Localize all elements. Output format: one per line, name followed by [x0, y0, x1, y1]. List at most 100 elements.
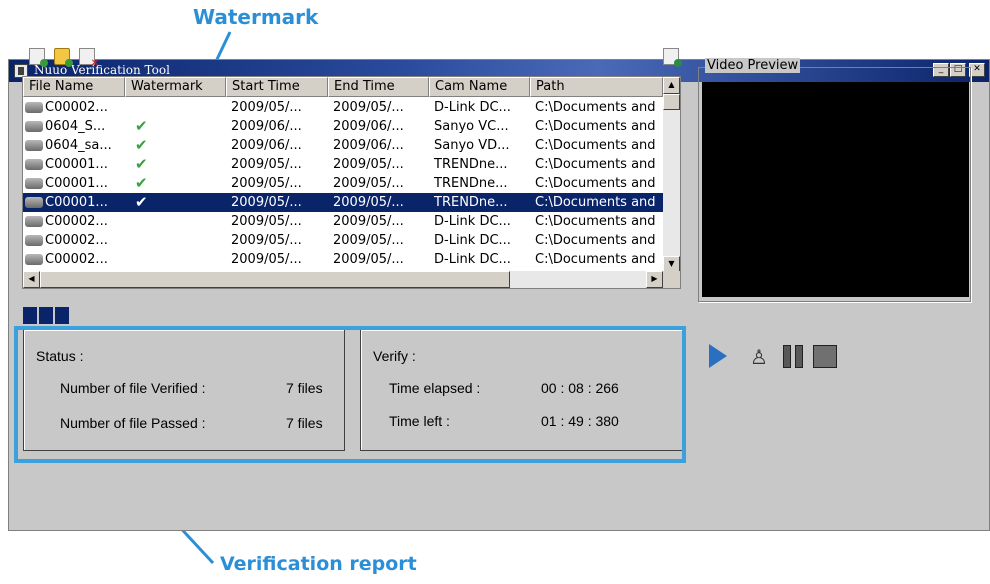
- watermark-cell: [125, 98, 226, 117]
- cam-name-cell: TRENDne...: [434, 195, 508, 210]
- column-end-time[interactable]: End Time: [328, 77, 429, 97]
- play-icon[interactable]: [709, 344, 727, 368]
- file-name-cell: C00002...: [23, 98, 125, 117]
- watermark-cell: ✔: [125, 136, 226, 155]
- file-name-cell: 0604_S...: [23, 117, 125, 136]
- start-time-cell: 2009/05/...: [231, 252, 302, 267]
- table-row[interactable]: 0604_sa... ✔ 2009/06/... 2009/06/... Sanyo V…: [23, 136, 663, 155]
- watermark-check-icon: ✔: [135, 193, 148, 211]
- start-time-cell: 2009/05/...: [231, 157, 302, 172]
- table-row[interactable]: C00001... ✔ 2009/05/... 2009/05/... TRENDne.…: [23, 193, 663, 212]
- column-start-time[interactable]: Start Time: [226, 77, 328, 97]
- stop-icon[interactable]: [813, 345, 837, 368]
- camera-file-icon: [25, 235, 43, 246]
- cam-name-cell: TRENDne...: [434, 157, 508, 172]
- column-watermark[interactable]: Watermark: [125, 77, 226, 97]
- end-time-cell: 2009/05/...: [333, 252, 404, 267]
- file-name-cell: C00002...: [23, 250, 125, 269]
- file-name-cell: C00001...: [23, 155, 125, 174]
- column-path[interactable]: Path: [530, 77, 663, 97]
- table-row[interactable]: C00001... ✔ 2009/05/... 2009/05/... TRENDne.…: [23, 155, 663, 174]
- watermark-cell: ✔: [125, 193, 226, 212]
- close-button[interactable]: ✕: [969, 63, 985, 77]
- cam-name-cell: D-Link DC...: [434, 233, 511, 248]
- end-time-cell: 2009/06/...: [333, 138, 404, 153]
- table-row[interactable]: 0604_S... ✔ 2009/06/... 2009/06/... Sanyo VC…: [23, 117, 663, 136]
- horizontal-scrollbar[interactable]: ◀ ▶: [23, 271, 663, 288]
- list-body: C00002... 2009/05/... 2009/05/... D-Link DC…: [23, 98, 663, 274]
- camera-file-icon: [25, 102, 43, 113]
- watermark-cell: [125, 231, 226, 250]
- scroll-up-button[interactable]: ▲: [663, 77, 680, 94]
- export-icon[interactable]: [663, 48, 682, 67]
- file-name-cell: C00001...: [23, 193, 125, 212]
- file-list[interactable]: File Name Watermark Start Time End Time …: [22, 76, 681, 289]
- window-title: Nuuo Verification Tool: [34, 63, 170, 77]
- video-preview-label: Video Preview: [705, 58, 801, 73]
- start-time-cell: 2009/06/...: [231, 138, 302, 153]
- hscroll-thumb[interactable]: [40, 271, 510, 288]
- table-row[interactable]: C00001... ✔ 2009/05/... 2009/05/... TRENDne.…: [23, 174, 663, 193]
- camera-file-icon: [25, 178, 43, 189]
- cam-name-cell: D-Link DC...: [434, 214, 511, 229]
- end-time-cell: 2009/05/...: [333, 176, 404, 191]
- vertical-scrollbar[interactable]: ▲ ▼: [663, 77, 680, 273]
- path-cell: C:\Documents and: [535, 100, 656, 115]
- verification-report-highlight: [14, 326, 686, 463]
- scroll-left-button[interactable]: ◀: [23, 271, 40, 288]
- end-time-cell: 2009/05/...: [333, 100, 404, 115]
- watermark-cell: [125, 250, 226, 269]
- start-time-cell: 2009/05/...: [231, 233, 302, 248]
- verification-progress: [23, 307, 69, 324]
- camera-file-icon: [25, 140, 43, 151]
- start-time-cell: 2009/05/...: [231, 195, 302, 210]
- progress-block: [55, 307, 69, 324]
- progress-block: [23, 307, 37, 324]
- end-time-cell: 2009/05/...: [333, 195, 404, 210]
- cam-name-cell: Sanyo VC...: [434, 119, 509, 134]
- add-file-icon[interactable]: [29, 48, 48, 67]
- add-folder-icon[interactable]: [54, 48, 73, 67]
- path-cell: C:\Documents and: [535, 176, 656, 191]
- scroll-corner: [663, 271, 680, 288]
- video-preview-screen: [702, 82, 969, 297]
- cam-name-cell: D-Link DC...: [434, 252, 511, 267]
- table-row[interactable]: C00002... 2009/05/... 2009/05/... D-Link DC…: [23, 231, 663, 250]
- cam-name-cell: D-Link DC...: [434, 100, 511, 115]
- verify-stamp-icon[interactable]: ♙: [749, 344, 769, 370]
- table-row[interactable]: C00002... 2009/05/... 2009/05/... D-Link DC…: [23, 212, 663, 231]
- path-cell: C:\Documents and: [535, 119, 656, 134]
- watermark-callout: Watermark: [193, 5, 319, 29]
- file-name-cell: C00002...: [23, 231, 125, 250]
- camera-file-icon: [25, 159, 43, 170]
- watermark-cell: ✔: [125, 174, 226, 193]
- camera-file-icon: [25, 254, 43, 265]
- camera-file-icon: [25, 216, 43, 227]
- path-cell: C:\Documents and: [535, 138, 656, 153]
- scroll-thumb[interactable]: [663, 94, 680, 110]
- watermark-check-icon: ✔: [135, 174, 148, 192]
- column-file-name[interactable]: File Name: [23, 77, 125, 97]
- end-time-cell: 2009/05/...: [333, 214, 404, 229]
- cam-name-cell: Sanyo VD...: [434, 138, 510, 153]
- watermark-check-icon: ✔: [135, 136, 148, 154]
- watermark-check-icon: ✔: [135, 155, 148, 173]
- start-time-cell: 2009/06/...: [231, 119, 302, 134]
- start-time-cell: 2009/05/...: [231, 214, 302, 229]
- pause-icon[interactable]: [783, 345, 803, 368]
- table-row[interactable]: C00002... 2009/05/... 2009/05/... D-Link DC…: [23, 250, 663, 269]
- remove-file-icon[interactable]: [79, 48, 99, 69]
- verification-report-callout: Verification report: [220, 553, 417, 575]
- table-row[interactable]: C00002... 2009/05/... 2009/05/... D-Link DC…: [23, 98, 663, 117]
- camera-file-icon: [25, 197, 43, 208]
- file-name-cell: 0604_sa...: [23, 136, 125, 155]
- watermark-cell: ✔: [125, 117, 226, 136]
- scroll-right-button[interactable]: ▶: [646, 271, 663, 288]
- path-cell: C:\Documents and: [535, 195, 656, 210]
- watermark-cell: ✔: [125, 155, 226, 174]
- column-cam-name[interactable]: Cam Name: [429, 77, 530, 97]
- file-name-cell: C00002...: [23, 212, 125, 231]
- watermark-cell: [125, 212, 226, 231]
- list-header: File Name Watermark Start Time End Time …: [23, 77, 663, 97]
- start-time-cell: 2009/05/...: [231, 100, 302, 115]
